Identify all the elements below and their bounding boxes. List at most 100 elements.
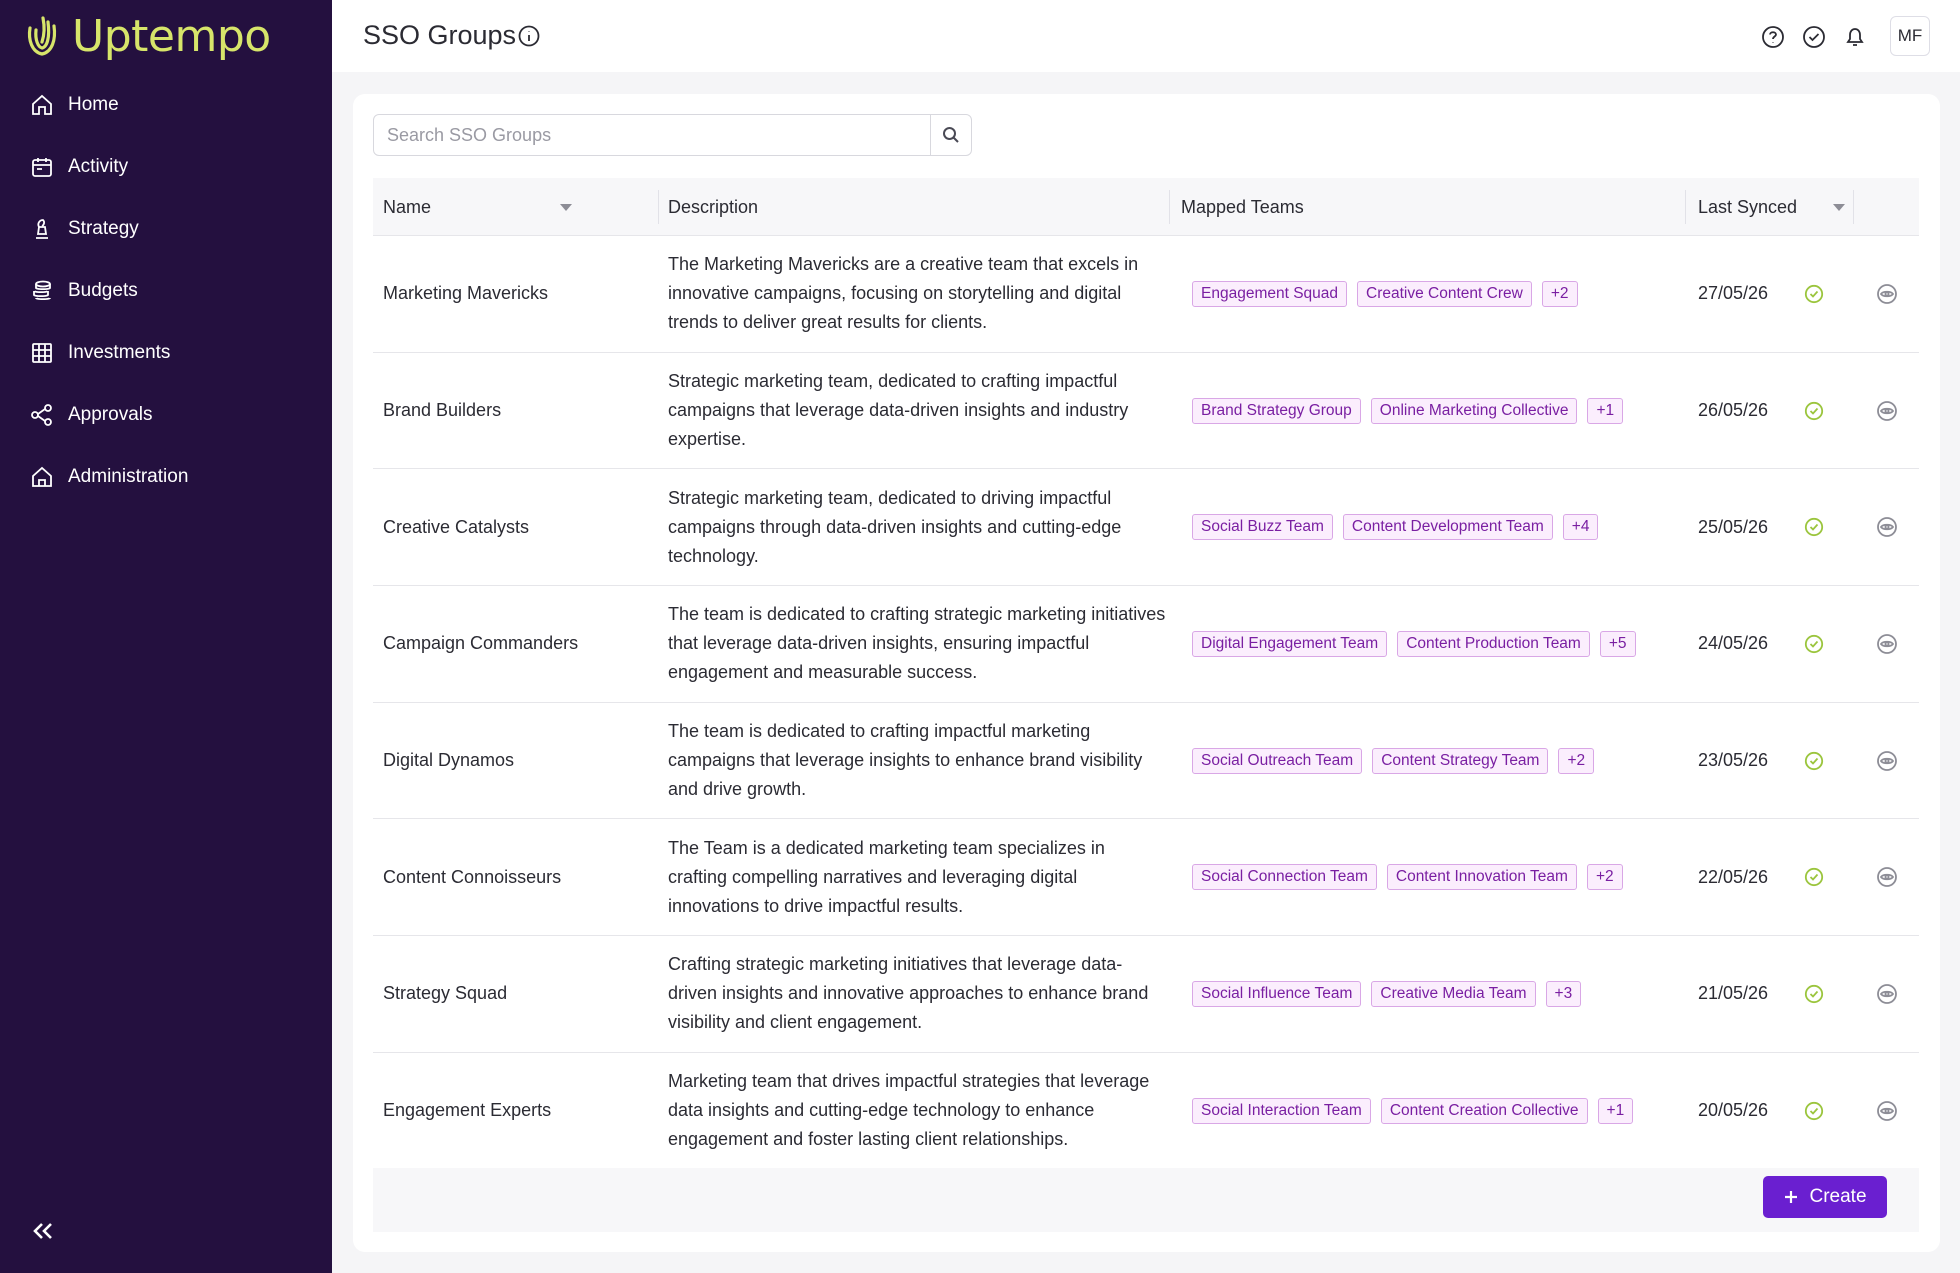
search-input[interactable] (374, 115, 930, 155)
team-tag[interactable]: Social Outreach Team (1192, 747, 1363, 774)
info-icon[interactable] (517, 24, 541, 48)
team-tag[interactable]: Creative Media Team (1371, 980, 1536, 1007)
team-tag[interactable]: Digital Engagement Team (1192, 630, 1388, 657)
sort-last-synced-icon[interactable] (1833, 204, 1845, 211)
team-tag[interactable]: Social Connection Team (1192, 864, 1377, 891)
table-row[interactable]: Marketing Mavericks The Marketing Maveri… (373, 236, 1919, 353)
group-name: Digital Dynamos (383, 750, 515, 771)
group-description: The Team is a dedicated marketing team s… (668, 837, 1105, 916)
column-header-description: Description (668, 196, 759, 217)
search-button[interactable] (930, 115, 971, 155)
team-tag[interactable]: Content Creation Collective (1380, 1097, 1588, 1124)
group-name: Brand Builders (383, 400, 502, 421)
table-footer: Create (373, 1168, 1919, 1232)
more-teams-tag[interactable]: +2 (1586, 864, 1623, 891)
table-row[interactable]: Campaign Commanders The team is dedicate… (373, 586, 1919, 703)
top-header: SSO Groups MF (332, 0, 1960, 72)
group-description: Strategic marketing team, dedicated to c… (668, 371, 1129, 450)
sync-status-check-icon (1804, 819, 1824, 935)
team-tag[interactable]: Social Buzz Team (1192, 514, 1333, 541)
sidebar-item-label: Investments (68, 342, 171, 363)
group-name: Creative Catalysts (383, 516, 530, 537)
view-eye-icon[interactable] (1876, 936, 1898, 1052)
mapped-teams: Social Connection Team Content Innovation… (1192, 819, 1623, 935)
sidebar-item-label: Administration (68, 466, 189, 487)
view-eye-icon[interactable] (1876, 353, 1898, 469)
sidebar-item-home[interactable]: Home (0, 74, 332, 136)
group-description: Marketing team that drives impactful str… (668, 1071, 1150, 1150)
app-logo[interactable]: Uptempo (24, 10, 271, 62)
sidebar-item-label: Budgets (68, 280, 138, 301)
view-eye-icon[interactable] (1876, 469, 1898, 585)
sync-status-check-icon (1804, 1053, 1824, 1169)
more-teams-tag[interactable]: +4 (1562, 514, 1599, 541)
collapse-sidebar-button[interactable] (30, 1218, 56, 1244)
sort-name-icon[interactable] (560, 204, 572, 211)
team-tag[interactable]: Engagement Squad (1192, 280, 1348, 307)
sync-status-check-icon (1804, 703, 1824, 819)
sidebar-item-strategy[interactable]: Strategy (0, 198, 332, 260)
calendar-icon (32, 158, 52, 177)
avatar[interactable]: MF (1890, 16, 1930, 56)
last-synced-date: 22/05/26 (1698, 866, 1769, 887)
team-tag[interactable]: Creative Content Crew (1357, 280, 1532, 307)
column-divider (658, 190, 659, 224)
app-name: Uptempo (72, 10, 271, 62)
admin-home-icon (32, 466, 52, 487)
search-icon (943, 127, 959, 143)
more-teams-tag[interactable]: +1 (1597, 1097, 1634, 1124)
table-row[interactable]: Creative Catalysts Strategic marketing t… (373, 469, 1919, 587)
sync-status-check-icon (1804, 236, 1824, 352)
column-header-name[interactable]: Name (383, 178, 431, 236)
table-row[interactable]: Engagement Experts Marketing team that d… (373, 1053, 1919, 1170)
sidebar-nav: Home Activity Strategy Budgets Investmen… (0, 74, 332, 508)
help-icon[interactable] (1760, 24, 1786, 50)
view-eye-icon[interactable] (1876, 1053, 1898, 1169)
more-teams-tag[interactable]: +2 (1558, 747, 1595, 774)
more-teams-tag[interactable]: +2 (1541, 280, 1578, 307)
more-teams-tag[interactable]: +1 (1587, 397, 1624, 424)
group-name: Content Connoisseurs (383, 866, 562, 887)
mapped-teams: Social Outreach Team Content Strategy Tea… (1192, 703, 1595, 819)
team-tag[interactable]: Social Influence Team (1192, 980, 1362, 1007)
group-name: Strategy Squad (383, 983, 508, 1004)
sidebar-item-budgets[interactable]: Budgets (0, 260, 332, 322)
team-tag[interactable]: Brand Strategy Group (1192, 397, 1361, 424)
chess-icon (36, 219, 48, 239)
team-tag[interactable]: Content Production Team (1397, 630, 1590, 657)
team-tag[interactable]: Content Strategy Team (1372, 747, 1549, 774)
group-description: The team is dedicated to crafting strate… (668, 604, 1166, 683)
sidebar-item-activity[interactable]: Activity (0, 136, 332, 198)
more-teams-tag[interactable]: +5 (1599, 630, 1636, 657)
mapped-teams: Engagement Squad Creative Content Crew +2 (1192, 236, 1578, 352)
table-row[interactable]: Digital Dynamos The team is dedicated to… (373, 703, 1919, 820)
sidebar-item-administration[interactable]: Administration (0, 446, 332, 508)
team-tag[interactable]: Online Marketing Collective (1370, 397, 1578, 424)
column-header-last-synced[interactable]: Last Synced (1698, 178, 1797, 236)
view-eye-icon[interactable] (1876, 703, 1898, 819)
view-eye-icon[interactable] (1876, 819, 1898, 935)
last-synced-date: 24/05/26 (1698, 633, 1769, 654)
sidebar-item-investments[interactable]: Investments (0, 322, 332, 384)
column-header-mapped-teams: Mapped Teams (1181, 196, 1304, 217)
team-tag[interactable]: Social Interaction Team (1192, 1097, 1371, 1124)
table-row[interactable]: Strategy Squad Crafting strategic market… (373, 936, 1919, 1053)
share-nodes-icon (31, 404, 52, 426)
group-name: Marketing Mavericks (383, 283, 549, 304)
mapped-teams: Social Influence Team Creative Media Team… (1192, 936, 1582, 1052)
group-description: The team is dedicated to crafting impact… (668, 721, 1143, 800)
table-row[interactable]: Brand Builders Strategic marketing team,… (373, 353, 1919, 470)
bell-icon[interactable] (1842, 24, 1868, 50)
check-circle-icon[interactable] (1801, 24, 1827, 50)
group-name: Engagement Experts (383, 1100, 552, 1121)
team-tag[interactable]: Content Innovation Team (1386, 864, 1577, 891)
view-eye-icon[interactable] (1876, 236, 1898, 352)
team-tag[interactable]: Content Development Team (1342, 514, 1553, 541)
sso-groups-table: Name Description Mapped Teams Last Synce… (373, 178, 1919, 1170)
table-row[interactable]: Content Connoisseurs The Team is a dedic… (373, 819, 1919, 937)
more-teams-tag[interactable]: +3 (1545, 980, 1582, 1007)
view-eye-icon[interactable] (1876, 586, 1898, 702)
sidebar-item-approvals[interactable]: Approvals (0, 384, 332, 446)
create-button[interactable]: Create (1763, 1176, 1887, 1218)
last-synced-date: 27/05/26 (1698, 283, 1769, 304)
